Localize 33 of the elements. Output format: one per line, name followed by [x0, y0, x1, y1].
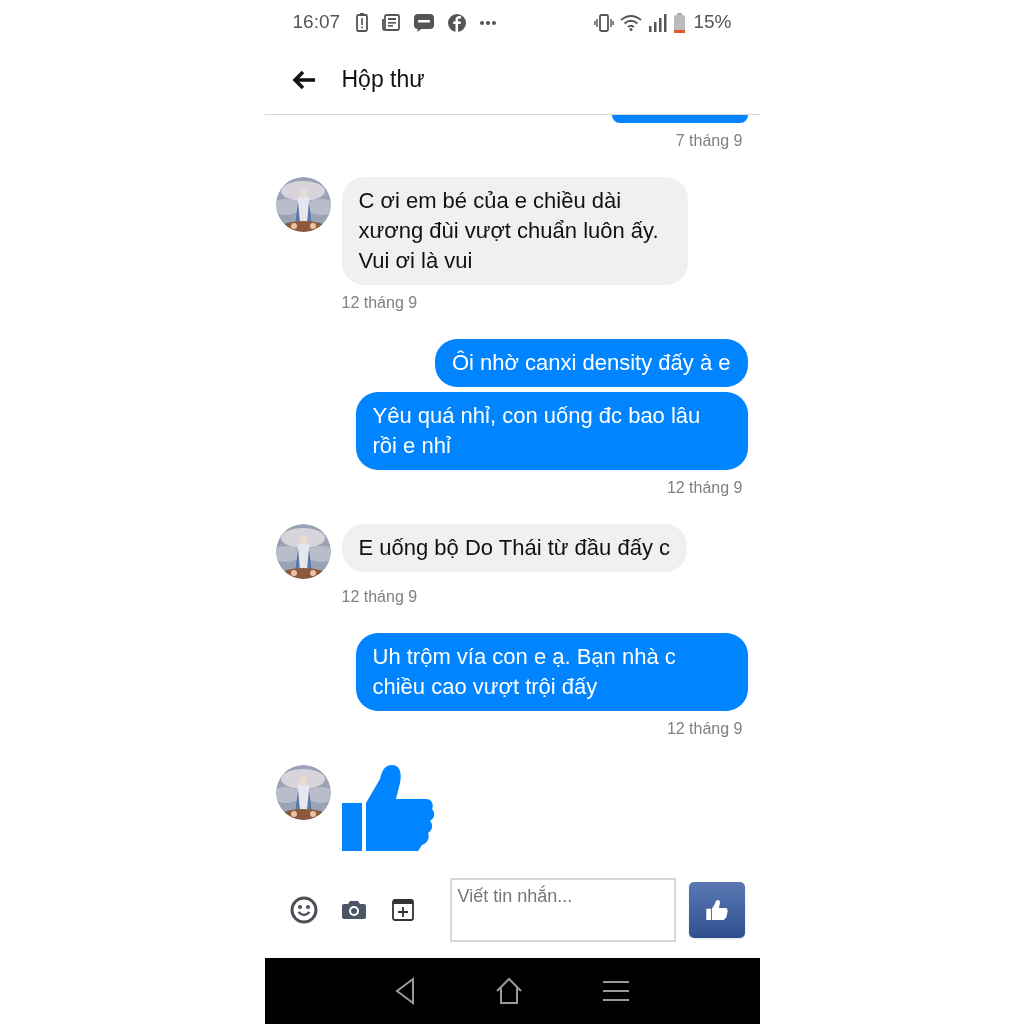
thumbs-up-icon [341, 765, 434, 851]
thumbs-up-icon [705, 900, 728, 920]
status-time: 16:07 [292, 10, 341, 35]
vibrate-icon [594, 13, 615, 32]
home-icon[interactable] [495, 977, 523, 1005]
message-date: 12 tháng 9 [666, 719, 743, 739]
like-button[interactable] [688, 882, 745, 938]
message-bubble: C ơi em bé của e chiều dài xương đùi vượt chuẩn luôn ấy. Vui ơi là vui [341, 177, 688, 285]
message-bubble: Ôi nhờ canxi density đấy à e [434, 339, 748, 387]
message-bubble: Yêu quá nhỉ, con uống đc bao lâu rồi e nhỉ [355, 392, 748, 470]
message-bubble: Uh trộm vía con e ạ. Bạn nhà c chiều cao vượt trội đấy [355, 633, 748, 711]
social-app-icon [448, 13, 467, 32]
more-icon [480, 20, 497, 25]
message-date: 12 tháng 9 [341, 587, 418, 607]
message-input[interactable]: Viết tin nhắn... [449, 878, 676, 942]
chat-app-icon [414, 13, 435, 32]
menu-icon[interactable] [603, 980, 630, 1002]
battery-alert-icon [356, 13, 369, 32]
camera-icon[interactable] [341, 900, 366, 920]
message-date: 7 tháng 9 [675, 131, 743, 151]
sticker-icon[interactable] [391, 899, 414, 921]
emoji-icon[interactable] [289, 896, 318, 924]
back-arrow-icon [291, 69, 316, 90]
wifi-icon [620, 14, 643, 31]
page-title: Hộp thư [341, 65, 425, 95]
message-date: 12 tháng 9 [666, 478, 743, 498]
back-nav-icon[interactable] [394, 977, 415, 1005]
battery-icon [674, 12, 686, 33]
battery-percent: 15% [693, 10, 732, 35]
message-date: 12 tháng 9 [341, 293, 418, 313]
message-bubble: E uống bộ Do Thái từ đầu đấy c [341, 524, 688, 572]
news-icon [382, 14, 401, 31]
signal-icon [648, 13, 669, 32]
